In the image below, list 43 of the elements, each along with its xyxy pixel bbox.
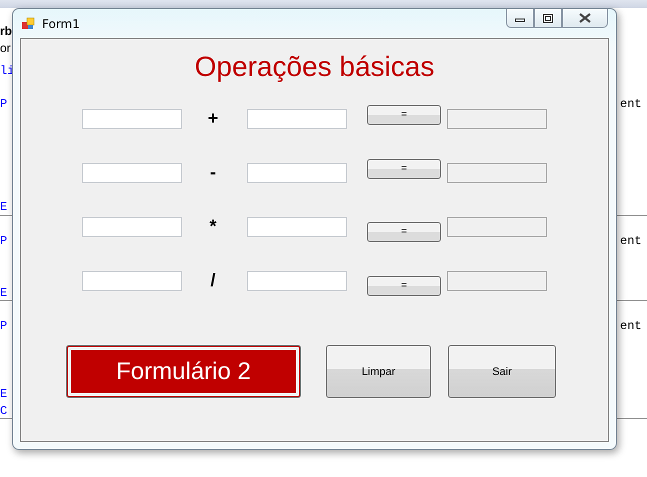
number-field[interactable] — [82, 162, 182, 182]
equals-button[interactable]: = — [367, 104, 441, 124]
result-field[interactable] — [447, 108, 547, 128]
equals-button[interactable]: = — [367, 158, 441, 178]
code-text: ent — [620, 97, 642, 111]
minimize-button[interactable] — [506, 9, 534, 28]
code-text: rb — [0, 24, 12, 38]
window-title: Form1 — [42, 16, 80, 30]
equals-button[interactable]: = — [367, 222, 441, 242]
close-button[interactable] — [562, 9, 608, 28]
operator-symbol: / — [209, 270, 216, 291]
operator-symbol: - — [209, 162, 217, 183]
code-text: E — [0, 286, 8, 300]
operator-symbol: + — [206, 108, 220, 129]
code-text: P — [0, 234, 8, 248]
number-field[interactable] — [247, 216, 347, 236]
maximize-button[interactable] — [534, 9, 562, 28]
number-field[interactable] — [82, 270, 182, 290]
result-field[interactable] — [447, 162, 547, 182]
maximize-icon — [543, 14, 553, 22]
number-field[interactable] — [82, 108, 182, 128]
code-text: P — [0, 97, 8, 111]
action-button[interactable]: Sair — [448, 345, 556, 398]
code-text: E — [0, 200, 8, 214]
result-field[interactable] — [447, 216, 547, 236]
code-text: C — [0, 404, 8, 418]
operator-symbol: * — [208, 216, 218, 237]
code-text: E — [0, 387, 8, 401]
action-button[interactable]: Limpar — [326, 345, 431, 398]
number-field[interactable] — [247, 162, 347, 182]
code-text: ent — [620, 319, 642, 333]
form2-button[interactable]: Formulário 2 — [66, 345, 301, 398]
number-field[interactable] — [82, 216, 182, 236]
result-field[interactable] — [447, 270, 547, 290]
form-heading: Operações básicas — [194, 50, 436, 84]
number-field[interactable] — [247, 108, 347, 128]
number-field[interactable] — [247, 270, 347, 290]
code-text: or — [0, 41, 11, 55]
app-icon — [21, 16, 35, 30]
equals-button[interactable]: = — [367, 276, 441, 296]
code-text: P — [0, 319, 8, 333]
code-text: ent — [620, 234, 642, 248]
close-icon — [579, 13, 591, 23]
